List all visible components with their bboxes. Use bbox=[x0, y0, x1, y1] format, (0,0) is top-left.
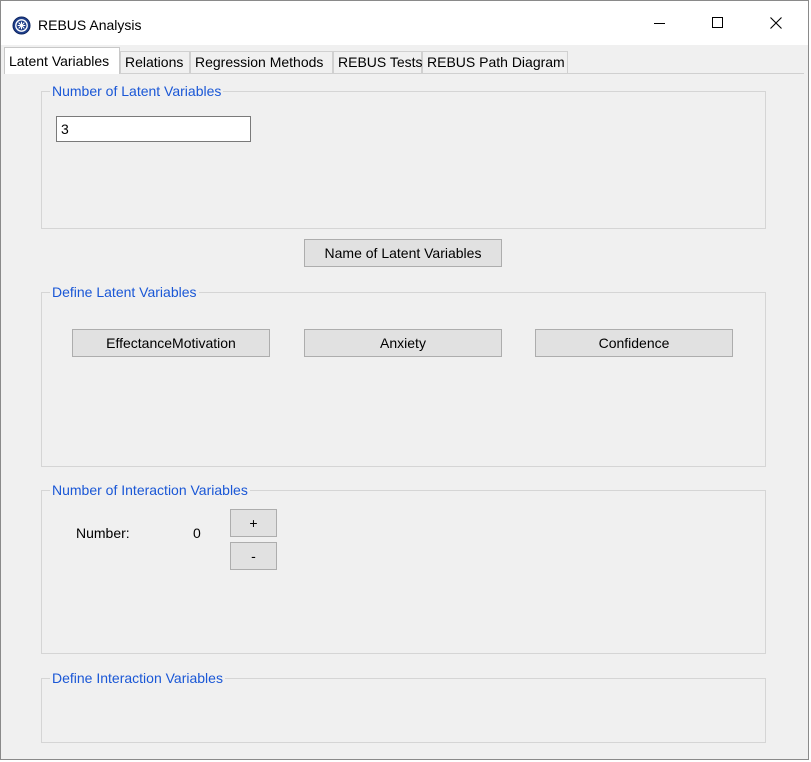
latent-variable-button-confidence[interactable]: Confidence bbox=[535, 329, 733, 357]
decrement-interaction-button[interactable]: - bbox=[230, 542, 277, 570]
define-interaction-group: Define Interaction Variables bbox=[41, 670, 766, 743]
latent-variable-button-anxiety[interactable]: Anxiety bbox=[304, 329, 502, 357]
latent-count-group-title: Number of Latent Variables bbox=[50, 83, 224, 99]
maximize-icon bbox=[712, 17, 723, 28]
rebus-analysis-window: REBUS Analysis Latent Variables Relation… bbox=[0, 0, 809, 760]
name-latent-variables-button[interactable]: Name of Latent Variables bbox=[304, 239, 502, 267]
title-bar: REBUS Analysis bbox=[1, 1, 808, 45]
latent-variable-button-effectance-motivation[interactable]: EffectanceMotivation bbox=[72, 329, 270, 357]
tab-content-latent-variables: Number of Latent Variables Name of Laten… bbox=[4, 73, 804, 754]
define-latent-group-title: Define Latent Variables bbox=[50, 284, 199, 300]
tab-rebus-path-diagram[interactable]: REBUS Path Diagram bbox=[422, 51, 568, 73]
app-logo-icon bbox=[12, 16, 31, 35]
minimize-button[interactable] bbox=[631, 1, 689, 45]
define-interaction-group-title: Define Interaction Variables bbox=[50, 670, 225, 686]
interaction-number-value: 0 bbox=[193, 525, 201, 541]
minimize-icon bbox=[654, 23, 665, 24]
tab-rebus-tests[interactable]: REBUS Tests bbox=[333, 51, 423, 73]
close-icon bbox=[770, 17, 782, 29]
tab-relations[interactable]: Relations bbox=[120, 51, 190, 73]
increment-interaction-button[interactable]: + bbox=[230, 509, 277, 537]
define-latent-group: Define Latent Variables EffectanceMotiva… bbox=[41, 284, 766, 467]
interaction-number-label: Number: bbox=[76, 525, 130, 541]
interaction-count-group: Number of Interaction Variables Number: … bbox=[41, 482, 766, 654]
tab-bar: Latent Variables Relations Regression Me… bbox=[2, 47, 808, 74]
maximize-button[interactable] bbox=[689, 1, 747, 45]
tab-latent-variables[interactable]: Latent Variables bbox=[4, 47, 120, 74]
latent-count-input[interactable] bbox=[56, 116, 251, 142]
latent-count-group: Number of Latent Variables bbox=[41, 83, 766, 229]
close-button[interactable] bbox=[747, 1, 805, 45]
interaction-count-group-title: Number of Interaction Variables bbox=[50, 482, 250, 498]
tab-regression-methods[interactable]: Regression Methods bbox=[190, 51, 333, 73]
window-title: REBUS Analysis bbox=[38, 17, 142, 33]
